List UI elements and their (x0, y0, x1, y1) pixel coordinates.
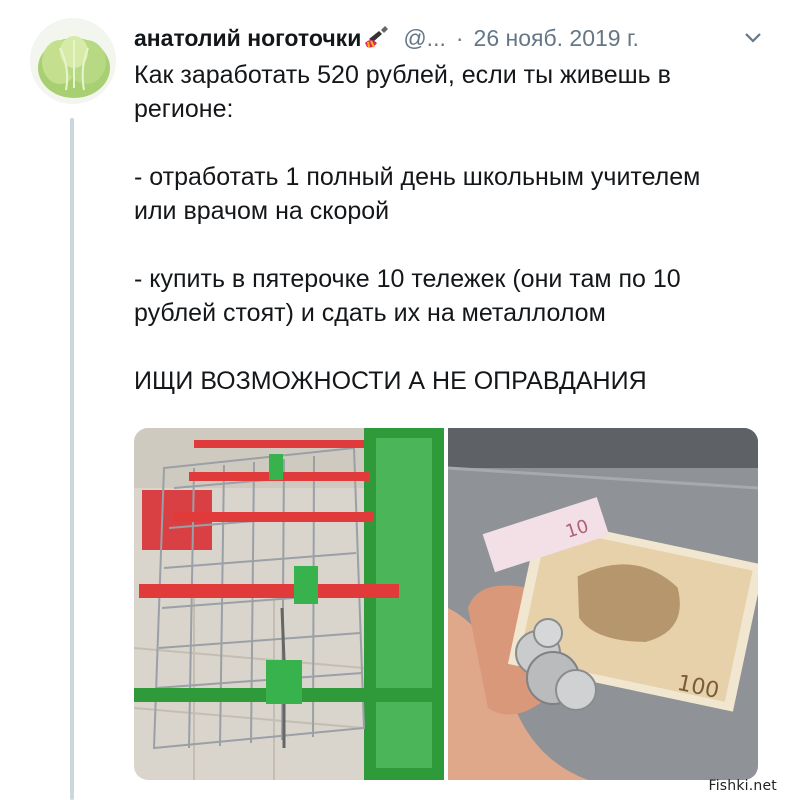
avatar[interactable] (30, 18, 116, 104)
chevron-down-icon[interactable] (742, 27, 764, 49)
tweet-date[interactable]: 26 нояб. 2019 г. (474, 25, 639, 52)
cabbage-avatar-icon (30, 18, 116, 104)
tweet-line: - купить в пятерочке 10 тележек (они там… (134, 265, 681, 293)
money-in-hand-photo[interactable]: 100 10 (448, 428, 758, 780)
thread-line (70, 118, 74, 800)
tweet-line: или врачом на скорой (134, 197, 390, 225)
tweet-line (134, 126, 754, 160)
tweet-media: 100 10 (134, 428, 758, 780)
tweet-line: регионе: (134, 95, 234, 123)
tweet-header: анатолий ноготочки @... · 26 нояб. 2019 … (134, 20, 764, 56)
tweet-line: - отработать 1 полный день школьным учит… (134, 163, 701, 191)
nail-polish-icon (363, 25, 393, 51)
tweet-line: ИЩИ ВОЗМОЖНОСТИ А НЕ ОПРАВДАНИЯ (134, 367, 647, 395)
tweet-line (134, 330, 754, 364)
separator-dot: · (455, 24, 464, 51)
tweet-line: рублей стоят) и сдать их на металлолом (134, 299, 606, 327)
watermark: Fishki.net (708, 778, 777, 794)
tweet-text: Как заработать 520 рублей, если ты живеш… (134, 58, 754, 398)
shopping-carts-photo[interactable] (134, 428, 444, 780)
tweet-line: Как заработать 520 рублей, если ты живеш… (134, 61, 671, 89)
author-name[interactable]: анатолий ноготочки (134, 25, 361, 52)
author-handle[interactable]: @... (403, 25, 446, 52)
tweet-line (134, 228, 754, 262)
